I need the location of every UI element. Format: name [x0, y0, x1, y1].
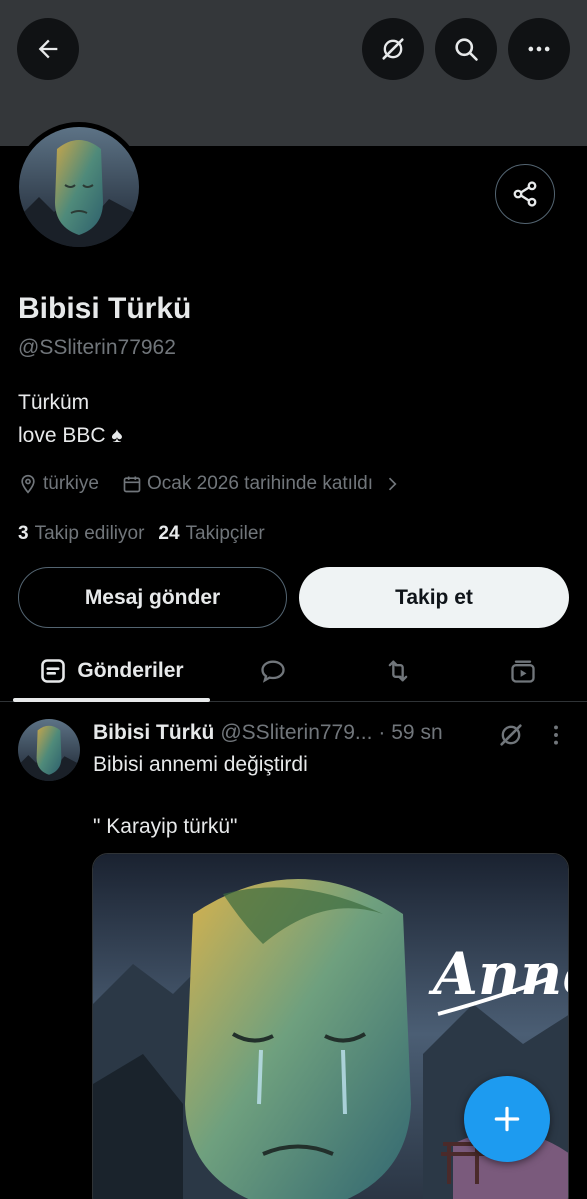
- profile-name: Bibisi Türkü: [18, 292, 192, 325]
- calendar-icon: [123, 476, 141, 493]
- send-message-button[interactable]: Mesaj gönder: [18, 567, 287, 628]
- following-count: 3: [18, 523, 29, 544]
- tab-replies[interactable]: [243, 640, 303, 702]
- grok-icon: [382, 38, 404, 60]
- followers-label: Takipçiler: [185, 523, 265, 544]
- follow-button[interactable]: Takip et: [299, 567, 569, 628]
- active-tab-indicator: [13, 698, 210, 702]
- avatar-image: [19, 127, 139, 247]
- post-avatar-image: [18, 719, 80, 781]
- grok-button[interactable]: [362, 18, 424, 80]
- more-icon: [528, 46, 550, 52]
- search-icon: [455, 38, 478, 61]
- compose-post-button[interactable]: [464, 1076, 550, 1162]
- chevron-right-icon: [388, 477, 397, 491]
- search-button[interactable]: [435, 18, 497, 80]
- replies-icon: [261, 660, 285, 683]
- back-button[interactable]: [17, 18, 79, 80]
- joined-text: Ocak 2026 tarihinde katıldı: [147, 473, 374, 494]
- profile-location: türkiye: [18, 473, 99, 495]
- plus-icon: [494, 1106, 520, 1132]
- following-link[interactable]: 3 Takip ediliyor: [18, 523, 144, 545]
- followers-count: 24: [158, 523, 180, 544]
- location-text: türkiye: [43, 473, 99, 494]
- share-profile-button[interactable]: [495, 164, 555, 224]
- post-grok-icon[interactable]: [497, 721, 525, 749]
- post-header: Bibisi Türkü @SSliterin779... · 59 sn: [93, 721, 493, 745]
- tab-media[interactable]: [493, 640, 553, 702]
- tab-posts-label: Gönderiler: [77, 659, 184, 682]
- location-icon: [21, 474, 35, 494]
- post-author-avatar[interactable]: [18, 719, 80, 781]
- post-timestamp[interactable]: · 59 sn: [378, 721, 442, 745]
- following-label: Takip ediliyor: [34, 523, 145, 544]
- more-button[interactable]: [508, 18, 570, 80]
- reposts-icon: [388, 660, 408, 682]
- profile-avatar[interactable]: [14, 122, 144, 252]
- tab-posts[interactable]: Gönderiler: [13, 640, 210, 702]
- profile-handle: @SSliterin77962: [18, 336, 176, 359]
- post-author-handle[interactable]: @SSliterin779...: [220, 721, 372, 745]
- profile-tabs: Gönderiler: [0, 640, 587, 702]
- media-icon: [511, 660, 535, 683]
- post-author-name[interactable]: Bibisi Türkü: [93, 721, 214, 745]
- tab-reposts[interactable]: [368, 640, 428, 702]
- follow-stats: 3 Takip ediliyor 24 Takipçiler: [18, 523, 265, 545]
- share-icon: [513, 181, 537, 207]
- post-text-line-2: " Karayip türkü": [93, 815, 238, 838]
- back-arrow-icon: [38, 39, 58, 59]
- profile-joined[interactable]: Ocak 2026 tarihinde katıldı: [122, 473, 402, 495]
- followers-link[interactable]: 24 Takipçiler: [158, 523, 264, 545]
- posts-icon: [41, 659, 66, 683]
- post-text-line-1: Bibisi annemi değiştirdi: [93, 753, 308, 776]
- post-more-icon[interactable]: [545, 722, 567, 748]
- profile-bio-line-2: love BBC ♠: [18, 424, 123, 447]
- profile-bio-line-1: Türküm: [18, 391, 90, 414]
